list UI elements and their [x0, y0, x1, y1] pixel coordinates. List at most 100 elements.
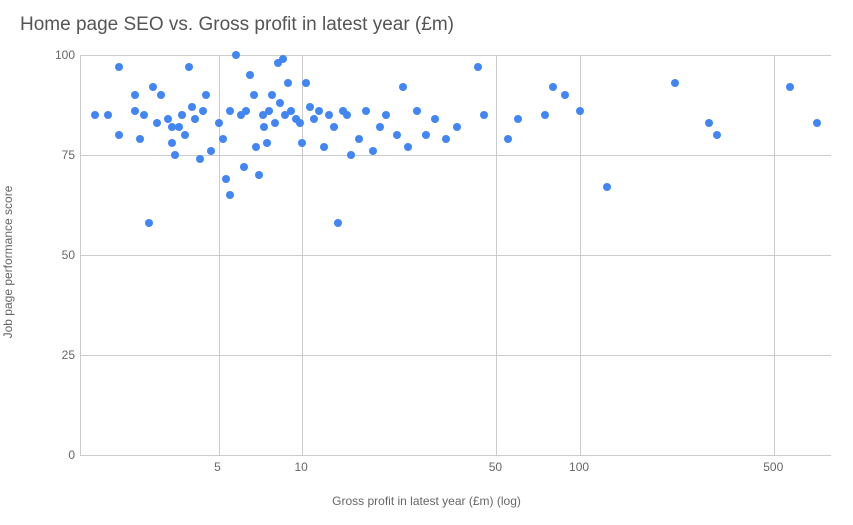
data-point	[188, 103, 196, 111]
data-point	[705, 119, 713, 127]
data-point	[91, 111, 99, 119]
data-point	[153, 119, 161, 127]
data-point	[240, 163, 248, 171]
data-point	[260, 123, 268, 131]
gridline-h	[81, 55, 831, 56]
chart-title: Home page SEO vs. Gross profit in latest…	[20, 14, 454, 36]
data-point	[813, 119, 821, 127]
data-point	[399, 83, 407, 91]
data-point	[115, 63, 123, 71]
y-axis-label: Job page performance score	[1, 186, 15, 339]
x-tick-label: 5	[214, 460, 221, 474]
data-point	[561, 91, 569, 99]
y-tick-label: 0	[35, 448, 75, 462]
data-point	[178, 111, 186, 119]
data-point	[185, 63, 193, 71]
data-point	[287, 107, 295, 115]
y-tick-label: 75	[35, 148, 75, 162]
data-point	[603, 183, 611, 191]
gridline-h	[81, 355, 831, 356]
data-point	[222, 175, 230, 183]
data-point	[355, 135, 363, 143]
data-point	[175, 123, 183, 131]
data-point	[104, 111, 112, 119]
gridline-h	[81, 255, 831, 256]
data-point	[199, 107, 207, 115]
data-point	[541, 111, 549, 119]
data-point	[549, 83, 557, 91]
data-point	[296, 119, 304, 127]
data-point	[168, 139, 176, 147]
data-point	[196, 155, 204, 163]
x-axis-label: Gross profit in latest year (£m) (log)	[0, 494, 853, 508]
data-point	[376, 123, 384, 131]
data-point	[255, 171, 263, 179]
data-point	[232, 51, 240, 59]
data-point	[310, 115, 318, 123]
data-point	[202, 91, 210, 99]
x-tick-label: 100	[569, 460, 589, 474]
data-point	[276, 99, 284, 107]
data-point	[263, 139, 271, 147]
data-point	[242, 107, 250, 115]
gridline-v	[496, 55, 497, 455]
data-point	[136, 135, 144, 143]
data-point	[279, 55, 287, 63]
data-point	[252, 143, 260, 151]
data-point	[157, 91, 165, 99]
data-point	[713, 131, 721, 139]
data-point	[671, 79, 679, 87]
x-tick-label: 50	[489, 460, 502, 474]
data-point	[226, 107, 234, 115]
data-point	[382, 111, 390, 119]
data-point	[514, 115, 522, 123]
x-tick-label: 500	[763, 460, 783, 474]
data-point	[453, 123, 461, 131]
plot-area	[80, 55, 831, 456]
gridline-v	[302, 55, 303, 455]
data-point	[115, 131, 123, 139]
data-point	[226, 191, 234, 199]
data-point	[786, 83, 794, 91]
data-point	[284, 79, 292, 87]
data-point	[268, 91, 276, 99]
data-point	[164, 115, 172, 123]
data-point	[219, 135, 227, 143]
gridline-v	[219, 55, 220, 455]
data-point	[207, 147, 215, 155]
data-point	[330, 123, 338, 131]
data-point	[250, 91, 258, 99]
data-point	[343, 111, 351, 119]
chart-container: Home page SEO vs. Gross profit in latest…	[0, 0, 853, 525]
data-point	[334, 219, 342, 227]
data-point	[474, 63, 482, 71]
data-point	[480, 111, 488, 119]
gridline-h	[81, 155, 831, 156]
gridline-v	[580, 55, 581, 455]
data-point	[140, 111, 148, 119]
x-tick-label: 10	[294, 460, 307, 474]
y-tick-label: 50	[35, 248, 75, 262]
data-point	[171, 151, 179, 159]
data-point	[320, 143, 328, 151]
data-point	[298, 139, 306, 147]
data-point	[302, 79, 310, 87]
data-point	[215, 119, 223, 127]
data-point	[149, 83, 157, 91]
data-point	[315, 107, 323, 115]
data-point	[325, 111, 333, 119]
data-point	[504, 135, 512, 143]
data-point	[271, 119, 279, 127]
data-point	[191, 115, 199, 123]
data-point	[131, 107, 139, 115]
data-point	[145, 219, 153, 227]
data-point	[576, 107, 584, 115]
data-point	[306, 103, 314, 111]
data-point	[413, 107, 421, 115]
data-point	[246, 71, 254, 79]
data-point	[265, 107, 273, 115]
data-point	[404, 143, 412, 151]
data-point	[442, 135, 450, 143]
data-point	[369, 147, 377, 155]
y-tick-label: 25	[35, 348, 75, 362]
